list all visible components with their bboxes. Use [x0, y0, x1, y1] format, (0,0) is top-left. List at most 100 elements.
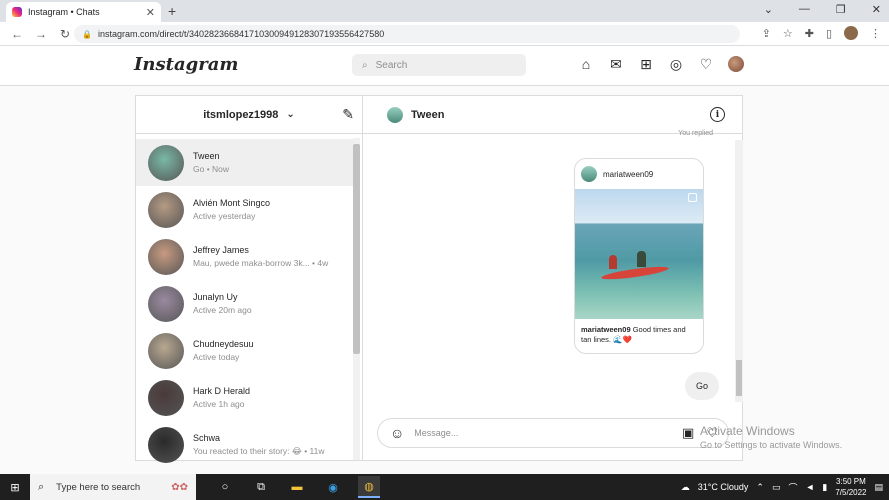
- tab-title: Instagram • Chats: [28, 7, 100, 17]
- extensions-icon[interactable]: ✚: [805, 27, 814, 40]
- taskbar-search[interactable]: ⌕ Type here to search ✿✿: [30, 474, 196, 500]
- nav-icons: ⌂ ✉ ⊞ ◎ ♡: [578, 56, 744, 72]
- profile-avatar[interactable]: [728, 56, 744, 72]
- search-icon: ⌕: [362, 59, 368, 71]
- conversation-name: Chudneydesuu: [193, 339, 254, 349]
- notification-icon[interactable]: ▤: [874, 482, 883, 493]
- menu-kebab-icon[interactable]: ⋮: [870, 27, 881, 40]
- conversation-status: Active yesterday: [193, 211, 256, 221]
- windows-start-icon[interactable]: ⊞: [0, 481, 30, 494]
- conversation-avatar[interactable]: [148, 144, 184, 181]
- forward-icon[interactable]: →: [34, 27, 48, 41]
- account-switcher[interactable]: itsmlopez1998: [203, 109, 278, 121]
- weather-cloud-icon[interactable]: ☁: [681, 482, 690, 493]
- sidepanel-icon[interactable]: ▯: [826, 27, 832, 40]
- chevron-up-icon[interactable]: ⌃: [756, 482, 764, 493]
- restore-icon[interactable]: ❐: [836, 3, 846, 16]
- close-window-icon[interactable]: ✕: [872, 3, 881, 16]
- weather-text[interactable]: 31°C Cloudy: [698, 482, 749, 492]
- shared-post-card[interactable]: mariatween09 mariatween09 Good times and…: [574, 158, 704, 354]
- conversation-name: Junalyn Uy: [193, 292, 238, 302]
- conversation-avatar[interactable]: [148, 191, 184, 228]
- search-icon: ⌕: [38, 480, 45, 493]
- image-upload-icon[interactable]: ▣: [682, 425, 694, 441]
- post-author[interactable]: mariatween09: [603, 170, 653, 179]
- battery-icon[interactable]: ▮: [822, 482, 827, 493]
- chat-title[interactable]: Tween: [411, 109, 444, 121]
- message-composer[interactable]: ☺ Message... ▣ ♡: [377, 418, 729, 448]
- share-icon[interactable]: ⇪: [762, 27, 771, 40]
- activity-heart-icon[interactable]: ♡: [698, 56, 714, 72]
- conversation-item[interactable]: Alvién Mont Singco Active yesterday: [136, 186, 353, 233]
- chevron-down-icon[interactable]: ⌄: [764, 3, 773, 16]
- post-author-avatar[interactable]: [581, 166, 597, 182]
- volume-icon[interactable]: ◄: [805, 482, 814, 492]
- new-tab-icon[interactable]: +: [168, 3, 176, 19]
- home-icon[interactable]: ⌂: [578, 56, 594, 72]
- conversation-item[interactable]: Schwa You reacted to their story: 😂 • 11w: [136, 421, 353, 468]
- task-view-icon[interactable]: ⧉: [250, 476, 272, 498]
- conversation-item[interactable]: Chudneydesuu Active today: [136, 327, 353, 374]
- conversation-list: Tween Go • Now Alvién Mont Singco Active ye…: [136, 139, 353, 468]
- url-field[interactable]: 🔒 instagram.com/direct/t/340282366841710…: [74, 25, 740, 43]
- conversation-item[interactable]: Jeffrey James Mau, pwede maka-borrow 3k..…: [136, 233, 353, 280]
- bookmark-star-icon[interactable]: ☆: [783, 27, 793, 40]
- search-highlight-icon[interactable]: ✿✿: [171, 482, 188, 493]
- new-post-icon[interactable]: ⊞: [638, 56, 654, 72]
- messenger-icon[interactable]: ✉: [608, 56, 624, 72]
- conversation-avatar[interactable]: [148, 426, 184, 463]
- carousel-icon: [688, 193, 697, 202]
- post-caption: mariatween09 Good times and tan lines. 🌊…: [575, 319, 703, 351]
- taskbar-apps: ○ ⧉ ▬ ◉ ◍: [214, 476, 380, 498]
- back-icon[interactable]: ←: [10, 27, 24, 41]
- taskbar-clock[interactable]: 3:50 PM 7/5/2022: [835, 476, 866, 498]
- conversation-text: Alvién Mont Singco Active yesterday: [193, 198, 270, 221]
- conversation-avatar[interactable]: [148, 285, 184, 322]
- edge-icon[interactable]: ◉: [322, 476, 344, 498]
- conversation-status: Active 1h ago: [193, 399, 245, 409]
- emoji-icon[interactable]: ☺: [390, 425, 404, 441]
- tray-icon[interactable]: ▭: [772, 482, 781, 493]
- instagram-logo[interactable]: Instagram: [134, 54, 238, 75]
- message-input[interactable]: Message...: [414, 428, 682, 438]
- conversation-avatar[interactable]: [148, 332, 184, 369]
- explore-compass-icon[interactable]: ◎: [668, 56, 684, 72]
- conversation-item[interactable]: Junalyn Uy Active 20m ago: [136, 280, 353, 327]
- info-icon[interactable]: i: [710, 107, 725, 122]
- minimize-icon[interactable]: —: [799, 3, 810, 16]
- url-text: instagram.com/direct/t/34028236684171030…: [97, 29, 385, 39]
- cortana-icon[interactable]: ○: [214, 476, 236, 498]
- conversation-name: Hark D Herald: [193, 386, 251, 396]
- conversation-avatar[interactable]: [148, 238, 184, 275]
- conversation-item[interactable]: Hark D Herald Active 1h ago: [136, 374, 353, 421]
- close-tab-icon[interactable]: ✕: [146, 6, 155, 19]
- address-bar: ← → ↻ 🔒 instagram.com/direct/t/340282366…: [0, 22, 889, 46]
- conversation-avatar[interactable]: [148, 379, 184, 416]
- conversation-name: Schwa: [193, 432, 221, 443]
- direct-panel: itsmlopez1998 ⌄ ✎ Tween Go • Now Alvién Mo…: [135, 95, 743, 463]
- browser-profile-avatar[interactable]: [844, 26, 858, 40]
- post-image[interactable]: [575, 189, 703, 319]
- message-bubble[interactable]: Go: [685, 372, 719, 400]
- conversation-text: Jeffrey James Mau, pwede maka-borrow 3k..…: [193, 245, 328, 268]
- search-placeholder: Search: [375, 59, 408, 71]
- chat-avatar[interactable]: [387, 106, 403, 123]
- search-input[interactable]: ⌕ Search: [352, 54, 526, 76]
- conversation-text: Hark D Herald Active 1h ago: [193, 386, 250, 409]
- conversation-item[interactable]: Tween Go • Now: [136, 139, 353, 186]
- browser-tab[interactable]: Instagram • Chats ✕: [6, 2, 161, 22]
- conversation-status: Active today: [193, 352, 240, 362]
- chevron-down-icon[interactable]: ⌄: [286, 109, 294, 120]
- instagram-favicon-icon: [12, 7, 22, 17]
- conversation-status: Active 20m ago: [193, 305, 252, 315]
- file-explorer-icon[interactable]: ▬: [286, 476, 308, 498]
- chat-scrollbar-thumb[interactable]: [736, 360, 742, 396]
- lock-icon[interactable]: 🔒: [82, 30, 92, 39]
- compose-icon[interactable]: ✎: [342, 106, 354, 123]
- network-icon[interactable]: ⌒: [788, 481, 797, 494]
- reload-icon[interactable]: ↻: [58, 27, 72, 41]
- chrome-icon[interactable]: ◍: [358, 476, 380, 498]
- inbox-scrollbar-thumb[interactable]: [353, 144, 360, 354]
- conversation-text: Schwa You reacted to their story: 😂 • 11w: [193, 433, 325, 457]
- chat-scrollbar-track[interactable]: [735, 140, 743, 402]
